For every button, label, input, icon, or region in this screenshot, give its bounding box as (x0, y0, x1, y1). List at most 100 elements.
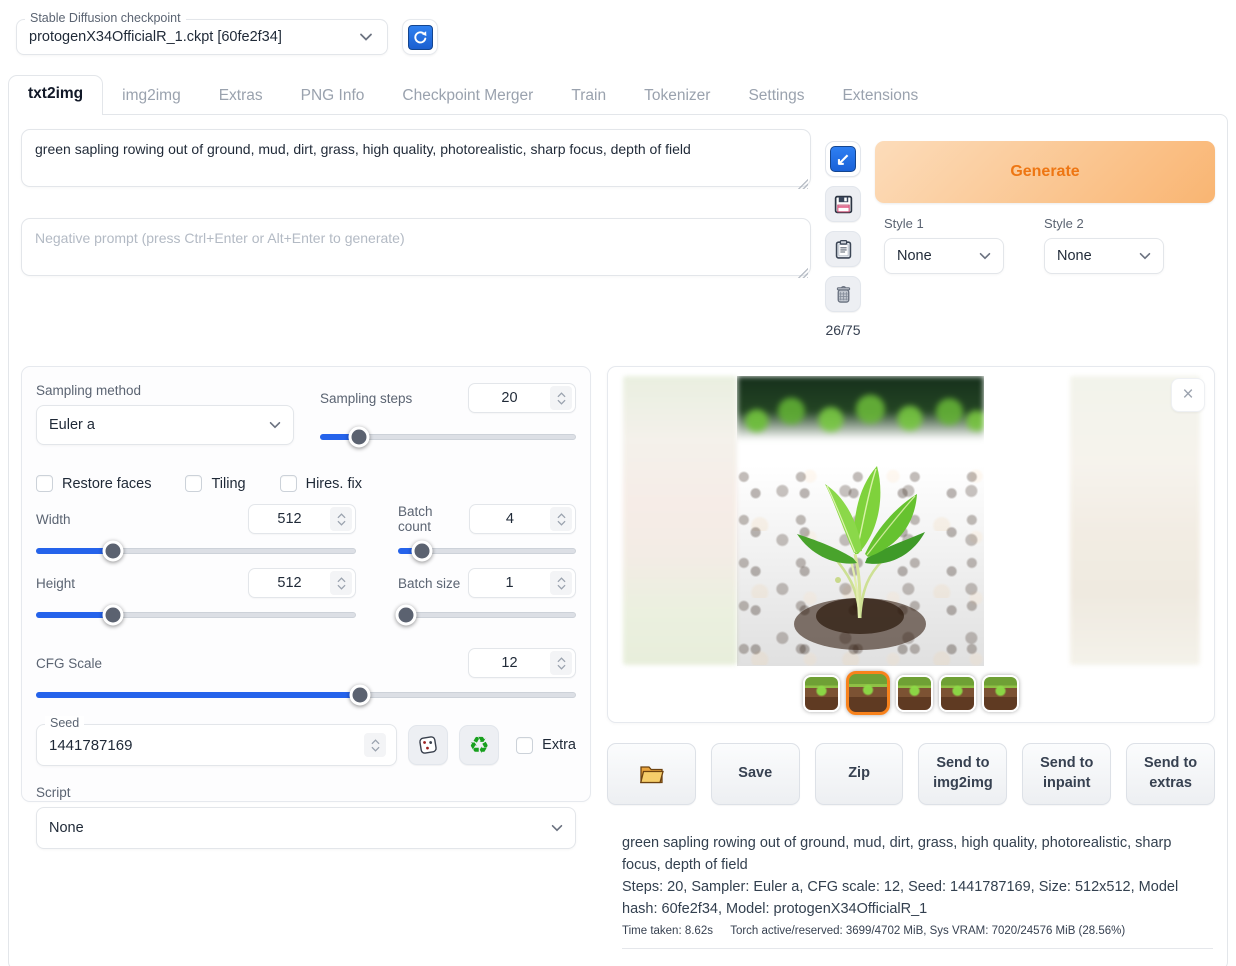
tab-train[interactable]: Train (552, 78, 625, 114)
style2-value: None (1057, 248, 1092, 264)
stepper-icon[interactable] (550, 571, 572, 595)
send-to-extras-button[interactable]: Send to extras (1126, 743, 1215, 805)
main-tab-bar: txt2img img2img Extras PNG Info Checkpoi… (0, 75, 1236, 114)
script-value: None (49, 820, 84, 836)
width-field[interactable] (249, 511, 330, 527)
floppy-disk-icon (833, 194, 854, 215)
width-input (248, 504, 356, 534)
generate-button[interactable]: Generate (875, 141, 1215, 203)
thumbnail-4[interactable] (939, 675, 976, 712)
batch-count-input (469, 504, 576, 534)
tab-extensions[interactable]: Extensions (823, 78, 937, 114)
random-seed-button[interactable] (408, 725, 448, 765)
save-button[interactable]: Save (711, 743, 800, 805)
thumbnail-2-selected[interactable] (846, 671, 890, 715)
cfg-scale-input (468, 648, 576, 678)
batch-size-label: Batch size (398, 576, 460, 591)
clipboard-icon (833, 239, 854, 260)
stepper-icon[interactable] (330, 507, 352, 531)
sampling-steps-field[interactable] (469, 390, 550, 406)
seed-input: Seed (36, 724, 397, 766)
arrow-down-left-icon: ↙ (830, 146, 856, 172)
chevron-down-icon (267, 417, 283, 433)
generation-info: green sapling rowing out of ground, mud,… (607, 832, 1215, 949)
extra-seed-checkbox[interactable]: Extra (516, 737, 576, 754)
zip-button[interactable]: Zip (815, 743, 904, 805)
info-params-text: Steps: 20, Sampler: Euler a, CFG scale: … (622, 876, 1213, 920)
tab-settings[interactable]: Settings (729, 78, 823, 114)
height-label: Height (36, 576, 75, 591)
batch-size-field[interactable] (469, 575, 550, 591)
image-gallery: × (607, 366, 1215, 723)
open-folder-button[interactable] (607, 743, 696, 805)
prompt-input[interactable]: green sapling rowing out of ground, mud,… (21, 129, 811, 187)
stepper-icon[interactable] (550, 507, 572, 531)
checkpoint-bar: Stable Diffusion checkpoint protogenX34O… (0, 0, 1236, 55)
stepper-icon[interactable] (550, 651, 572, 675)
generation-settings-panel: Sampling method Euler a Sampling steps (21, 366, 591, 802)
checkbox-icon (516, 737, 533, 754)
stepper-icon[interactable] (364, 733, 386, 757)
sampling-method-dropdown[interactable]: Euler a (36, 405, 294, 445)
extra-label: Extra (542, 737, 576, 753)
tab-png-info[interactable]: PNG Info (282, 78, 384, 114)
restore-faces-checkbox[interactable]: Restore faces (36, 475, 151, 492)
cfg-scale-slider[interactable] (36, 692, 576, 698)
style1-value: None (897, 248, 932, 264)
stepper-icon[interactable] (330, 571, 352, 595)
gallery-next-image[interactable] (1070, 376, 1200, 665)
cfg-scale-field[interactable] (469, 655, 550, 671)
sampling-steps-input (468, 383, 576, 413)
tab-checkpoint-merger[interactable]: Checkpoint Merger (383, 78, 552, 114)
chevron-down-icon (357, 28, 375, 46)
send-to-inpaint-button[interactable]: Send to inpaint (1022, 743, 1111, 805)
tiling-checkbox[interactable]: Tiling (185, 475, 245, 492)
tab-tokenizer[interactable]: Tokenizer (625, 78, 729, 114)
close-icon: × (1182, 384, 1193, 406)
style2-label: Style 2 (1044, 216, 1164, 231)
batch-count-slider[interactable] (398, 548, 576, 554)
sampling-steps-label: Sampling steps (320, 391, 412, 406)
width-slider[interactable] (36, 548, 356, 554)
batch-size-input (468, 568, 576, 598)
script-dropdown[interactable]: None (36, 807, 576, 849)
apply-style-button[interactable] (825, 231, 861, 267)
stepper-icon[interactable] (550, 386, 572, 410)
cfg-scale-label: CFG Scale (36, 656, 102, 671)
refresh-checkpoints-button[interactable] (402, 19, 438, 55)
checkpoint-dropdown[interactable]: Stable Diffusion checkpoint protogenX34O… (16, 19, 388, 55)
height-slider[interactable] (36, 612, 356, 618)
vram-usage-text: Torch active/reserved: 3699/4702 MiB, Sy… (730, 925, 1125, 937)
thumbnail-3[interactable] (896, 675, 933, 712)
info-meta-text: Time taken: 8.62s Torch active/reserved:… (622, 923, 1213, 948)
gallery-prev-image[interactable] (623, 376, 737, 665)
close-gallery-button[interactable]: × (1171, 378, 1205, 412)
hires-fix-checkbox[interactable]: Hires. fix (280, 475, 362, 492)
batch-count-field[interactable] (470, 511, 550, 527)
refresh-icon (408, 25, 433, 50)
tab-extras[interactable]: Extras (200, 78, 282, 114)
tab-img2img[interactable]: img2img (103, 78, 200, 114)
sampling-method-label: Sampling method (36, 383, 294, 398)
paste-params-button[interactable]: ↙ (825, 141, 861, 177)
save-style-button[interactable] (825, 186, 861, 222)
folder-icon (638, 763, 665, 785)
reuse-seed-button[interactable]: ♻ (459, 725, 499, 765)
sampling-steps-slider[interactable] (320, 434, 576, 440)
checkpoint-value: protogenX34OfficialR_1.ckpt [60fe2f34] (29, 29, 282, 45)
output-actions: Save Zip Send to img2img Send to inpaint… (607, 743, 1215, 805)
style2-dropdown[interactable]: None (1044, 238, 1164, 274)
negative-prompt-input[interactable] (21, 218, 811, 276)
send-to-img2img-button[interactable]: Send to img2img (918, 743, 1007, 805)
thumbnail-5[interactable] (982, 675, 1019, 712)
thumbnail-1[interactable] (803, 675, 840, 712)
tab-txt2img[interactable]: txt2img (8, 75, 103, 115)
clear-prompt-button[interactable] (825, 276, 861, 312)
generated-image[interactable] (737, 376, 984, 666)
batch-size-slider[interactable] (398, 612, 576, 618)
seed-label: Seed (45, 716, 84, 730)
style1-dropdown[interactable]: None (884, 238, 1004, 274)
checkbox-icon (185, 475, 202, 492)
seed-field[interactable] (49, 737, 349, 754)
height-field[interactable] (249, 575, 330, 591)
